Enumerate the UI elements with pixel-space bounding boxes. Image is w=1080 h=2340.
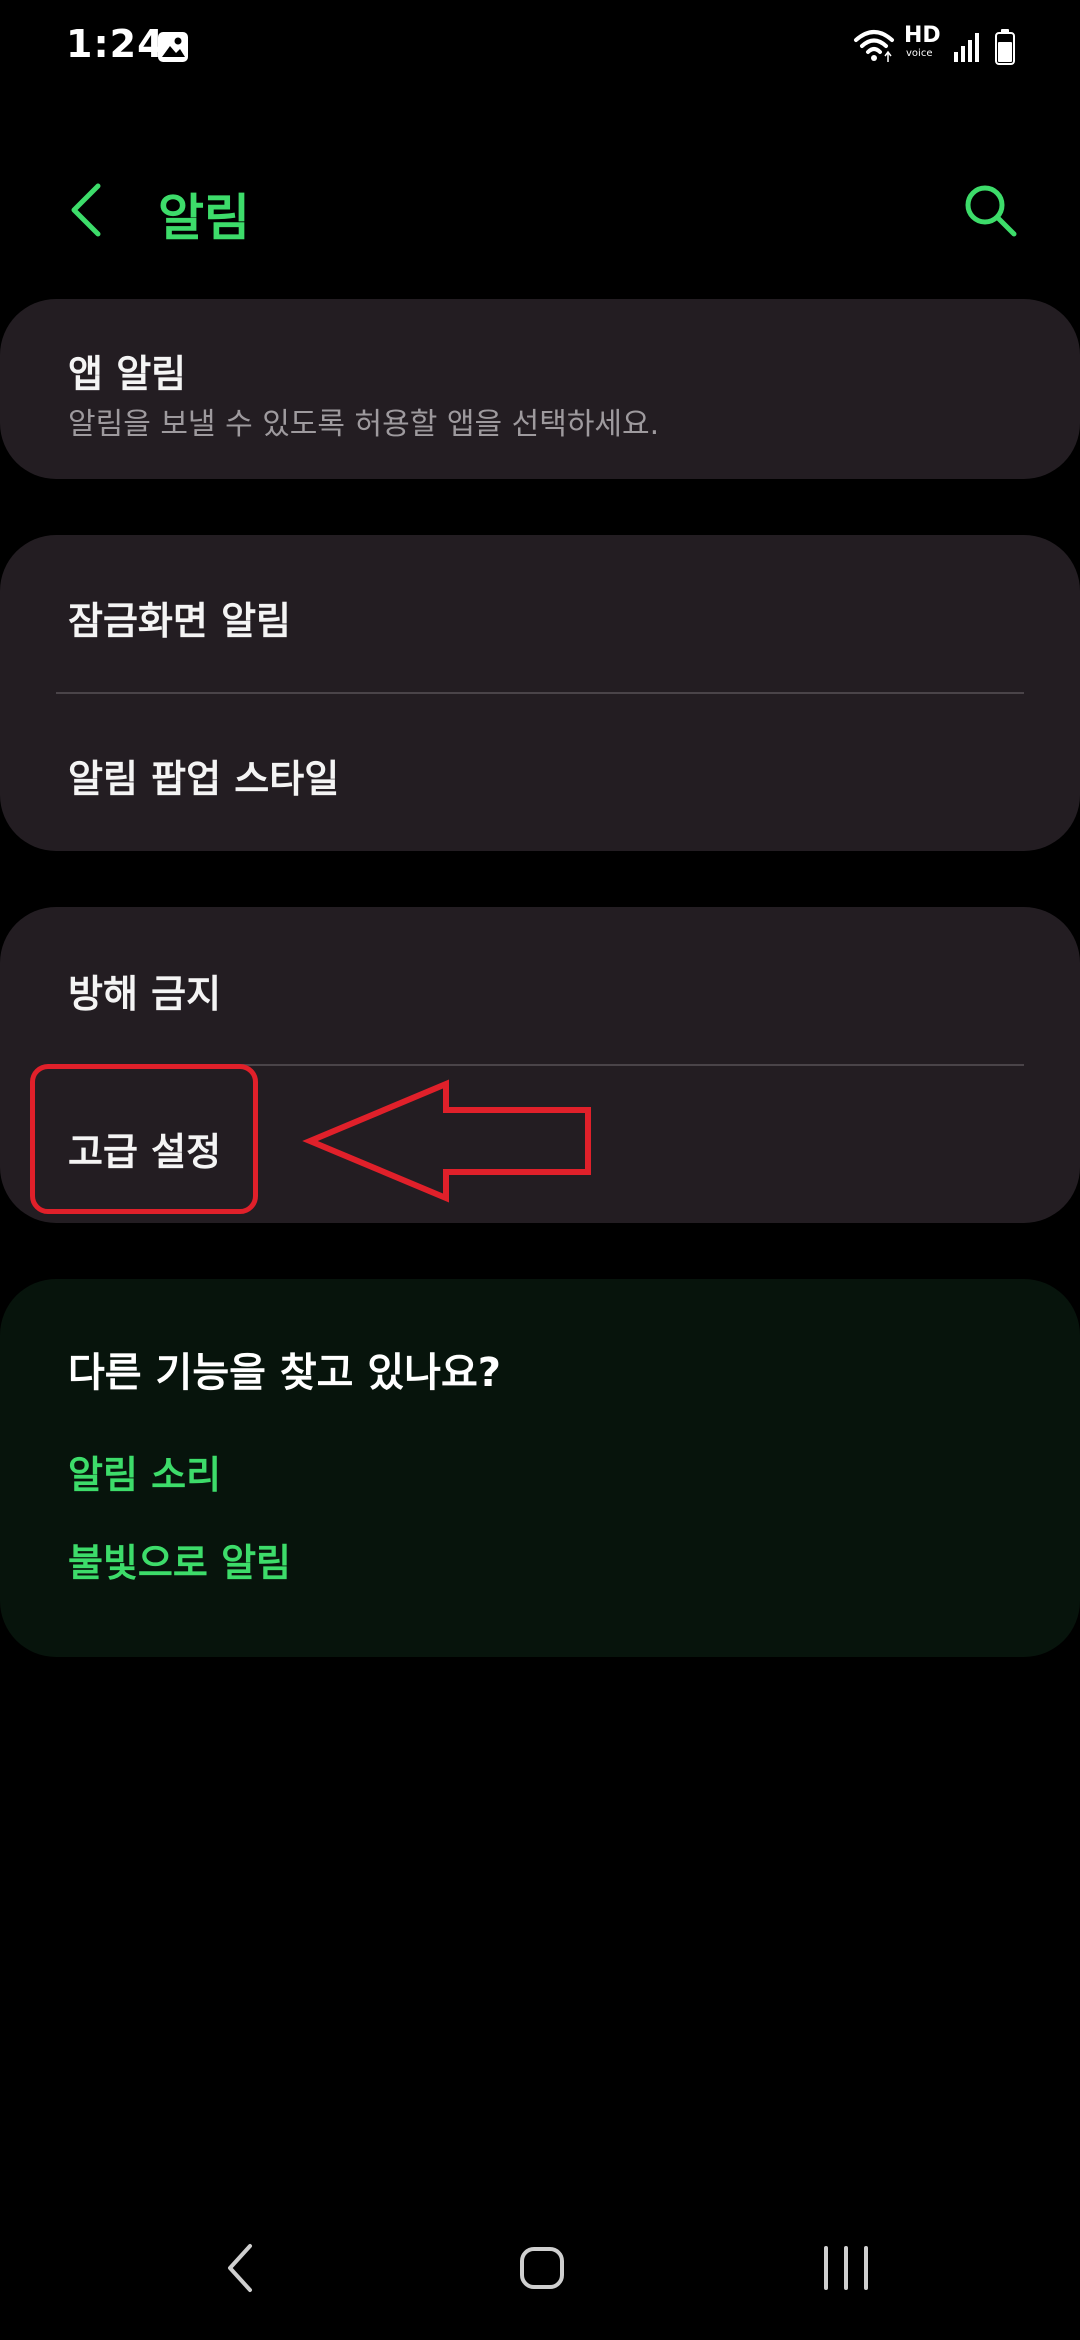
back-icon bbox=[228, 2244, 252, 2292]
chevron-left-icon bbox=[71, 183, 101, 237]
status-time: 1:24 bbox=[66, 22, 165, 66]
annotation-arrow bbox=[302, 1079, 591, 1203]
search-icon bbox=[965, 185, 1017, 237]
signal-icon bbox=[952, 30, 982, 64]
display-settings-card: 잠금화면 알림 알림 팝업 스타일 bbox=[0, 535, 1080, 851]
home-icon bbox=[520, 2247, 564, 2289]
navigation-bar bbox=[0, 2210, 1080, 2340]
recents-icon bbox=[824, 2246, 868, 2290]
notification-sound-link[interactable]: 알림 소리 bbox=[68, 1444, 221, 1499]
suggestions-card: 다른 기능을 찾고 있나요? 알림 소리 불빛으로 알림 bbox=[0, 1279, 1080, 1657]
do-not-disturb-item[interactable]: 방해 금지 bbox=[0, 907, 1080, 1065]
highlight-box bbox=[30, 1064, 258, 1214]
app-notifications-title: 앱 알림 bbox=[68, 352, 187, 396]
back-button[interactable] bbox=[60, 180, 120, 240]
suggestions-heading: 다른 기능을 찾고 있나요? bbox=[68, 1350, 501, 1396]
popup-style-title: 알림 팝업 스타일 bbox=[68, 757, 340, 801]
app-notifications-subtitle: 알림을 보낼 수 있도록 허용할 앱을 선택하세요. bbox=[68, 407, 660, 442]
page-title: 알림 bbox=[158, 189, 250, 247]
nav-home-button[interactable] bbox=[516, 2238, 568, 2298]
do-not-disturb-title: 방해 금지 bbox=[68, 972, 222, 1016]
app-header: 알림 bbox=[0, 150, 1080, 270]
app-notifications-item[interactable]: 앱 알림 알림을 보낼 수 있도록 허용할 앱을 선택하세요. bbox=[0, 299, 1080, 479]
battery-icon bbox=[994, 28, 1016, 66]
popup-style-item[interactable]: 알림 팝업 스타일 bbox=[0, 694, 1080, 851]
hd-label: HD bbox=[904, 23, 941, 48]
hd-voice-icon: HD voice bbox=[904, 24, 944, 62]
status-bar: 1:24 HD voice bbox=[0, 0, 1080, 96]
app-notifications-card: 앱 알림 알림을 보낼 수 있도록 허용할 앱을 선택하세요. bbox=[0, 299, 1080, 479]
lock-screen-notifications-title: 잠금화면 알림 bbox=[68, 599, 291, 643]
nav-back-button[interactable] bbox=[216, 2238, 266, 2298]
gallery-icon bbox=[156, 30, 190, 64]
search-button[interactable] bbox=[960, 180, 1020, 240]
nav-recents-button[interactable] bbox=[818, 2238, 874, 2298]
flash-notification-link[interactable]: 불빛으로 알림 bbox=[68, 1532, 291, 1587]
voice-label: voice bbox=[906, 48, 933, 59]
lock-screen-notifications-item[interactable]: 잠금화면 알림 bbox=[0, 535, 1080, 693]
wifi-icon bbox=[852, 26, 896, 66]
